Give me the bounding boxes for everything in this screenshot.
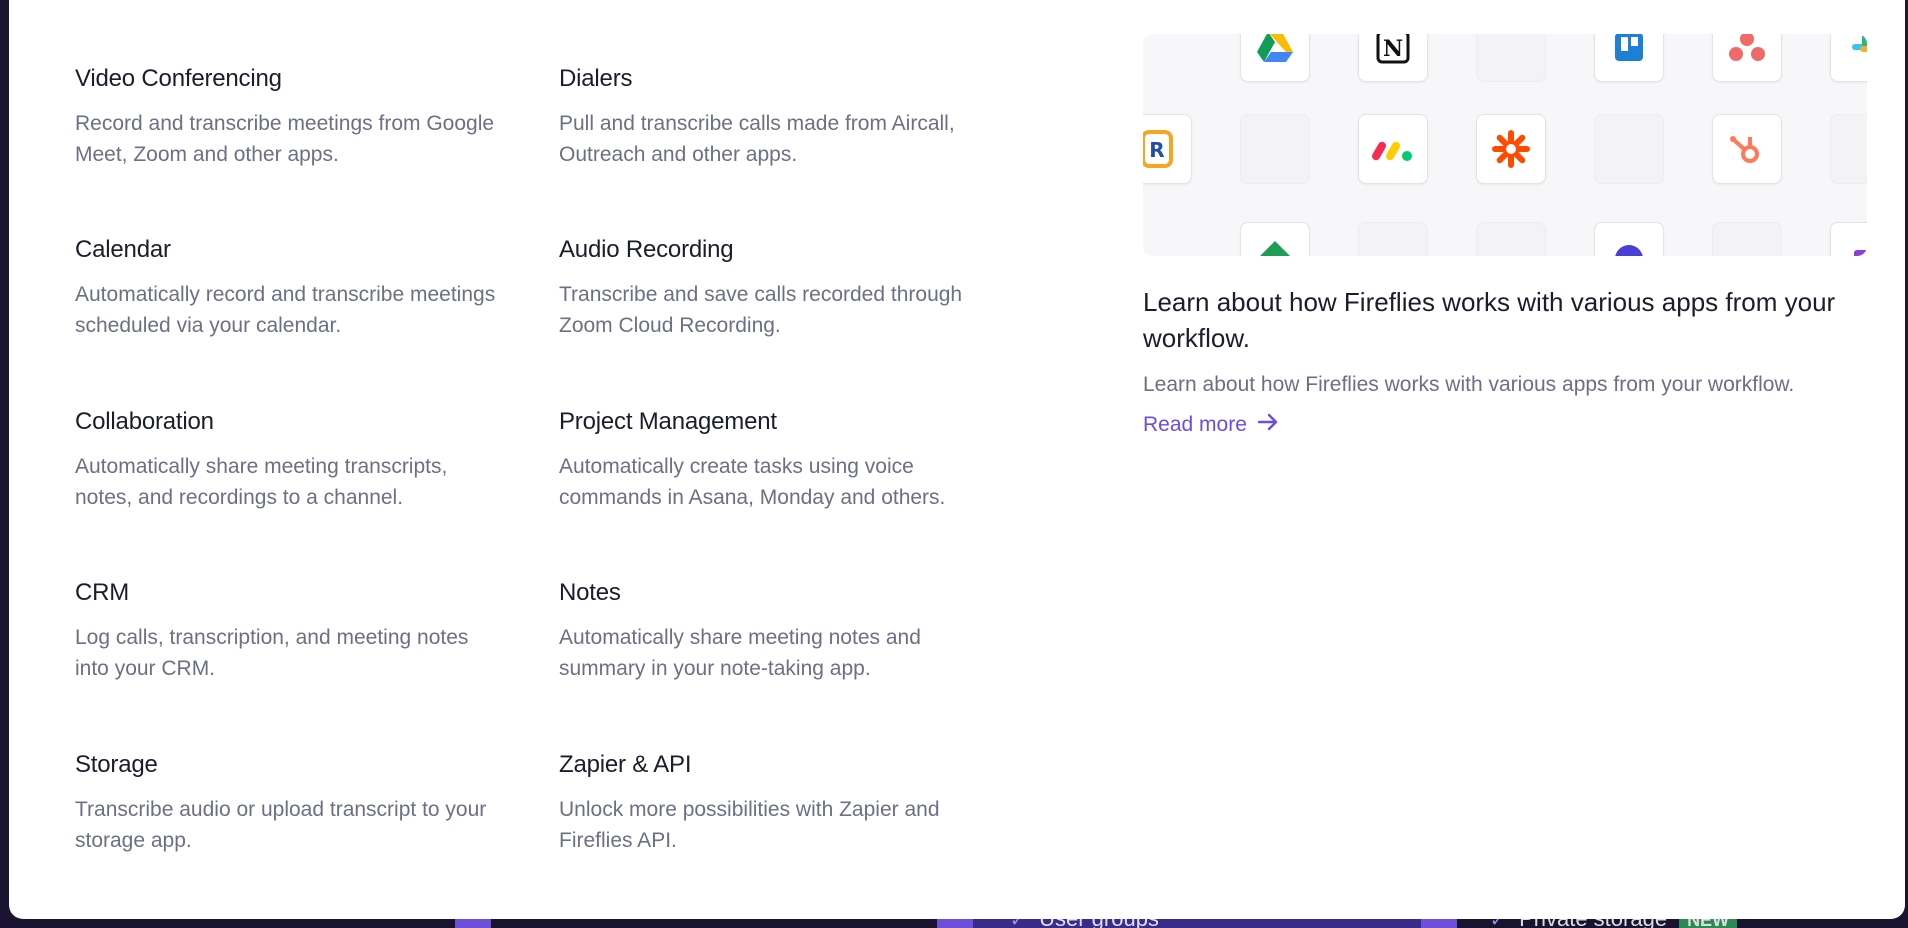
app-tile bbox=[1476, 222, 1546, 256]
hubspot-icon bbox=[1712, 114, 1782, 184]
menu-item-description: Transcribe audio or upload transcript to… bbox=[75, 798, 487, 852]
menu-item-title: Project Management bbox=[559, 408, 777, 435]
menu-item-title: Zapier & API bbox=[559, 751, 692, 778]
menu-item-description: Automatically record and transcribe meet… bbox=[75, 283, 496, 337]
menu-item-description: Pull and transcribe calls made from Airc… bbox=[559, 112, 955, 166]
menu-item-description: Log calls, transcription, and meeting no… bbox=[75, 626, 469, 680]
app-tile bbox=[1240, 114, 1310, 184]
feature-card: N R Learn about how Fireflies works with… bbox=[1143, 34, 1873, 438]
app-icons-grid[interactable]: N R bbox=[1143, 34, 1867, 256]
menu-item-description: Automatically create tasks using voice c… bbox=[559, 455, 946, 509]
menu-item-title: Calendar bbox=[75, 236, 171, 263]
zapier-icon bbox=[1476, 114, 1546, 184]
menu-item-title: Audio Recording bbox=[559, 236, 734, 263]
app-tile bbox=[1830, 114, 1867, 184]
webex-icon bbox=[1594, 222, 1664, 256]
menu-item-video-conferencing[interactable]: Video Conferencing Record and transcribe… bbox=[75, 64, 505, 170]
integrations-menu: Video Conferencing Record and transcribe… bbox=[9, 0, 1905, 919]
menu-item-description: Automatically share meeting notes and su… bbox=[559, 626, 921, 680]
menu-item-zapier-api[interactable]: Zapier & API Unlock more possibilities w… bbox=[559, 750, 989, 856]
trello-icon bbox=[1594, 34, 1664, 82]
read-more-label: Read more bbox=[1143, 413, 1247, 436]
menu-item-description: Record and transcribe meetings from Goog… bbox=[75, 112, 495, 166]
menu-item-description: Unlock more possibilities with Zapier an… bbox=[559, 798, 940, 852]
arrow-right-icon bbox=[1257, 412, 1279, 438]
menu-item-title: Video Conferencing bbox=[75, 65, 282, 92]
svg-text:R: R bbox=[1149, 138, 1164, 162]
google-drive-icon bbox=[1240, 34, 1310, 82]
menu-item-title: Storage bbox=[75, 751, 158, 778]
menu-item-description: Transcribe and save calls recorded throu… bbox=[559, 283, 963, 337]
slack-icon bbox=[1830, 34, 1867, 82]
menu-item-notes[interactable]: Notes Automatically share meeting notes … bbox=[559, 578, 989, 684]
app-tile bbox=[1712, 222, 1782, 256]
notion-icon: N bbox=[1358, 34, 1428, 82]
asana-icon bbox=[1712, 34, 1782, 82]
read-more-link[interactable]: Read more bbox=[1143, 412, 1279, 438]
menu-item-title: CRM bbox=[75, 579, 130, 606]
menu-item-title: Dialers bbox=[559, 65, 633, 92]
app-tile bbox=[1830, 222, 1867, 256]
menu-item-calendar[interactable]: Calendar Automatically record and transc… bbox=[75, 235, 505, 341]
menu-item-crm[interactable]: CRM Log calls, transcription, and meetin… bbox=[75, 578, 505, 684]
app-tile bbox=[1476, 34, 1546, 82]
svg-text:N: N bbox=[1383, 36, 1403, 62]
menu-item-description: Automatically share meeting transcripts,… bbox=[75, 455, 448, 509]
menu-item-audio-recording[interactable]: Audio Recording Transcribe and save call… bbox=[559, 235, 989, 341]
menu-item-dialers[interactable]: Dialers Pull and transcribe calls made f… bbox=[559, 64, 989, 170]
teams-icon bbox=[1240, 222, 1310, 256]
monday-icon bbox=[1358, 114, 1428, 184]
feature-description: Learn about how Fireflies works with var… bbox=[1143, 373, 1795, 396]
menu-item-title: Collaboration bbox=[75, 408, 214, 435]
menu-item-project-management[interactable]: Project Management Automatically create … bbox=[559, 407, 989, 513]
app-tile bbox=[1358, 222, 1428, 256]
app-tile bbox=[1594, 114, 1664, 184]
menu-item-title: Notes bbox=[559, 579, 621, 606]
feature-title: Learn about how Fireflies works with var… bbox=[1143, 287, 1836, 353]
rev-icon: R bbox=[1143, 114, 1192, 184]
menu-item-storage[interactable]: Storage Transcribe audio or upload trans… bbox=[75, 750, 505, 856]
menu-item-collaboration[interactable]: Collaboration Automatically share meetin… bbox=[75, 407, 505, 513]
